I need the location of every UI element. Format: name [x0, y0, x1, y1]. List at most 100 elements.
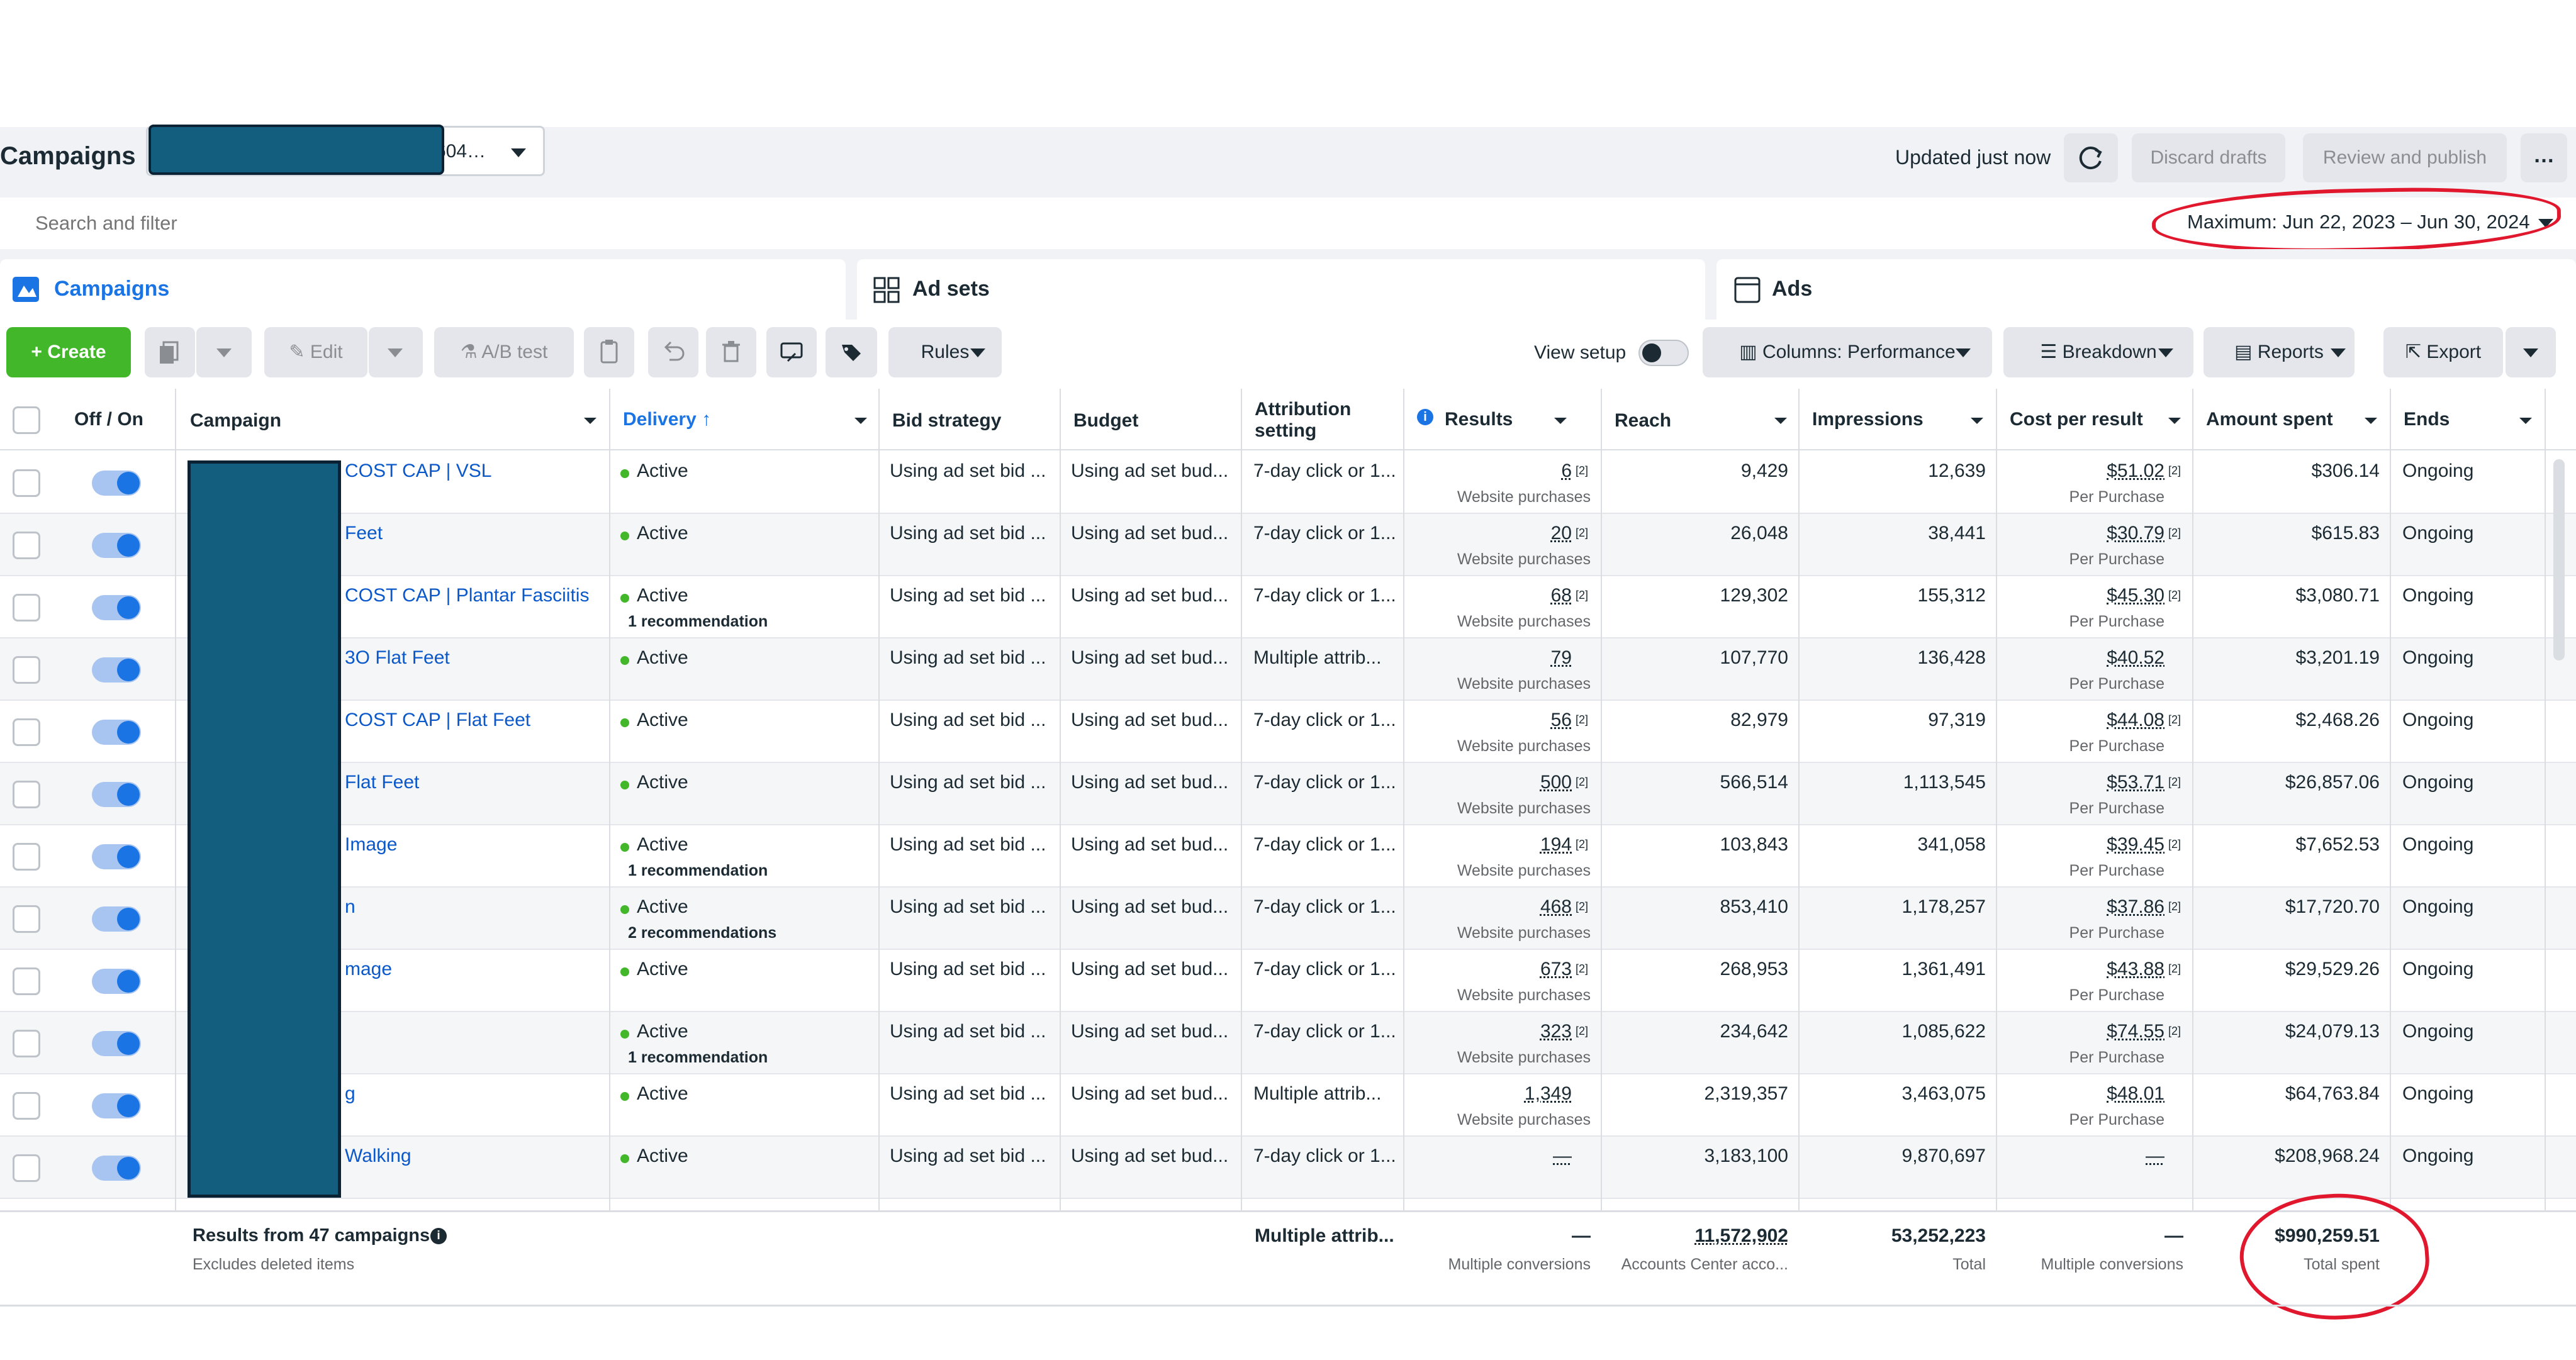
row-checkbox[interactable]	[13, 469, 40, 497]
table-row[interactable]: g Active Using ad set bid ... Using ad set …	[0, 1074, 2576, 1137]
campaign-name-link[interactable]: n	[345, 896, 603, 918]
table-row[interactable]: Active 1 recommendation Using ad set bid .…	[0, 1012, 2576, 1074]
campaign-toggle[interactable]	[92, 657, 141, 683]
tag-button[interactable]	[826, 327, 877, 377]
table-row[interactable]: Flat Feet Active Using ad set bid ... Using…	[0, 763, 2576, 825]
chevron-down-icon[interactable]	[1971, 418, 1983, 424]
row-checkbox[interactable]	[13, 781, 40, 808]
refresh-button[interactable]	[2064, 133, 2118, 182]
chevron-down-icon[interactable]	[2168, 418, 2181, 424]
info-icon[interactable]: i	[430, 1228, 447, 1244]
columns-button[interactable]: ▥ Columns: Performance	[1703, 327, 1992, 377]
preview-button[interactable]	[766, 327, 817, 377]
campaign-toggle[interactable]	[92, 471, 141, 496]
campaign-toggle[interactable]	[92, 782, 141, 807]
table-row[interactable]: n Active 2 recommendations Using ad set bid…	[0, 888, 2576, 950]
campaign-name-link[interactable]: 3O Flat Feet	[345, 647, 603, 669]
chevron-down-icon[interactable]	[970, 348, 985, 357]
campaign-toggle[interactable]	[92, 969, 141, 994]
recommendation-link[interactable]: 1 recommendation	[628, 862, 768, 880]
campaign-name-link[interactable]: COST CAP | Plantar Fasciitis	[345, 585, 603, 606]
create-button[interactable]: + Create	[6, 327, 131, 377]
row-checkbox[interactable]	[13, 656, 40, 684]
row-checkbox[interactable]	[13, 594, 40, 621]
impressions-value: 1,085,622	[1901, 1021, 1986, 1042]
duplicate-button[interactable]	[145, 327, 195, 377]
view-setup-toggle[interactable]	[1638, 340, 1689, 366]
campaign-name-link[interactable]: COST CAP | Flat Feet	[345, 710, 603, 731]
recommendation-link[interactable]: 1 recommendation	[628, 1049, 768, 1067]
select-all-checkbox[interactable]	[13, 406, 40, 434]
cost-per-result-number: $43.88	[2107, 959, 2164, 979]
tab-ads[interactable]: Ads	[1716, 259, 2576, 320]
search-input[interactable]	[34, 211, 917, 235]
chevron-down-icon[interactable]	[854, 418, 867, 424]
tab-campaigns[interactable]: Campaigns	[0, 259, 846, 320]
edit-button[interactable]: ✎ Edit	[264, 327, 367, 377]
ab-test-button[interactable]: ⚗ A/B test	[434, 327, 574, 377]
impressions-value: 341,058	[1917, 834, 1986, 855]
toggle-knob	[117, 596, 140, 619]
row-checkbox[interactable]	[13, 718, 40, 746]
vertical-scrollbar[interactable]	[2553, 459, 2565, 660]
campaign-toggle[interactable]	[92, 533, 141, 558]
info-icon[interactable]: i	[1417, 409, 1433, 425]
amount-spent-value: $64,763.84	[2285, 1083, 2380, 1104]
table-row[interactable]: COST CAP | Plantar Fasciitis Active 1 reco…	[0, 576, 2576, 638]
chevron-down-icon[interactable]	[2519, 418, 2532, 424]
campaign-toggle[interactable]	[92, 1156, 141, 1181]
campaign-name-link[interactable]: mage	[345, 959, 603, 980]
table-row[interactable]: Image Active 1 recommendation Using ad set …	[0, 825, 2576, 888]
delete-button[interactable]	[706, 327, 756, 377]
campaign-name-link[interactable]: g	[345, 1083, 603, 1105]
discard-drafts-button[interactable]: Discard drafts	[2132, 133, 2285, 182]
row-checkbox[interactable]	[13, 532, 40, 559]
chevron-down-icon[interactable]	[584, 418, 596, 424]
tab-ad-sets[interactable]: Ad sets	[857, 259, 1705, 320]
table-row[interactable]: mage Active Using ad set bid ... Using ad s…	[0, 950, 2576, 1012]
campaign-toggle[interactable]	[92, 1093, 141, 1118]
chevron-down-icon[interactable]	[2365, 418, 2377, 424]
row-checkbox[interactable]	[13, 843, 40, 871]
row-checkbox[interactable]	[13, 967, 40, 995]
cost-per-result-number: $74.55	[2107, 1021, 2164, 1042]
campaign-toggle[interactable]	[92, 1031, 141, 1056]
table-row[interactable]: Walking Active Using ad set bid ... Using a…	[0, 1137, 2576, 1199]
row-checkbox[interactable]	[13, 905, 40, 933]
duplicate-dropdown[interactable]	[196, 327, 252, 377]
table-row[interactable]: COST CAP | Flat Feet Active Using ad set b…	[0, 701, 2576, 763]
table-row[interactable]: Feet Active Using ad set bid ... Using ad s…	[0, 514, 2576, 576]
table-row[interactable]: COST CAP | VSL Active Using ad set bid ...…	[0, 452, 2576, 514]
reach-value: 107,770	[1720, 647, 1788, 668]
campaign-name-link[interactable]: COST CAP | VSL	[345, 460, 603, 482]
chevron-down-icon[interactable]	[1554, 418, 1567, 424]
chevron-down-icon[interactable]	[1774, 418, 1787, 424]
campaign-name-link[interactable]: Flat Feet	[345, 772, 603, 793]
recommendation-link[interactable]: 1 recommendation	[628, 613, 768, 631]
campaign-name-link[interactable]: Feet	[345, 523, 603, 544]
undo-button[interactable]	[648, 327, 698, 377]
review-publish-button[interactable]: Review and publish	[2303, 133, 2507, 182]
campaign-name-link[interactable]: Walking	[345, 1145, 603, 1167]
campaign-toggle[interactable]	[92, 720, 141, 745]
chevron-down-icon[interactable]	[511, 148, 526, 157]
edit-dropdown[interactable]	[369, 327, 423, 377]
export-button[interactable]: ⇱ Export	[2383, 327, 2503, 377]
impressions-value: 12,639	[1928, 460, 1986, 481]
recommendation-link[interactable]: 2 recommendations	[628, 924, 776, 942]
cpr-type: Per Purchase	[2069, 1111, 2164, 1129]
export-dropdown[interactable]	[2506, 327, 2556, 377]
campaign-toggle[interactable]	[92, 595, 141, 620]
more-options-button[interactable]: …	[2521, 133, 2567, 182]
table-row[interactable]: 3O Flat Feet Active Using ad set bid ... Us…	[0, 638, 2576, 701]
row-checkbox[interactable]	[13, 1154, 40, 1182]
cost-per-result-value: $30.79	[2003, 523, 2164, 544]
campaign-toggle[interactable]	[92, 906, 141, 932]
results-number: 79	[1550, 647, 1572, 668]
campaign-toggle[interactable]	[92, 844, 141, 869]
row-checkbox[interactable]	[13, 1092, 40, 1120]
col-attribution[interactable]: Attribution setting	[1255, 399, 1355, 459]
campaign-name-link[interactable]: Image	[345, 834, 603, 856]
clipboard-button[interactable]	[584, 327, 634, 377]
row-checkbox[interactable]	[13, 1030, 40, 1057]
